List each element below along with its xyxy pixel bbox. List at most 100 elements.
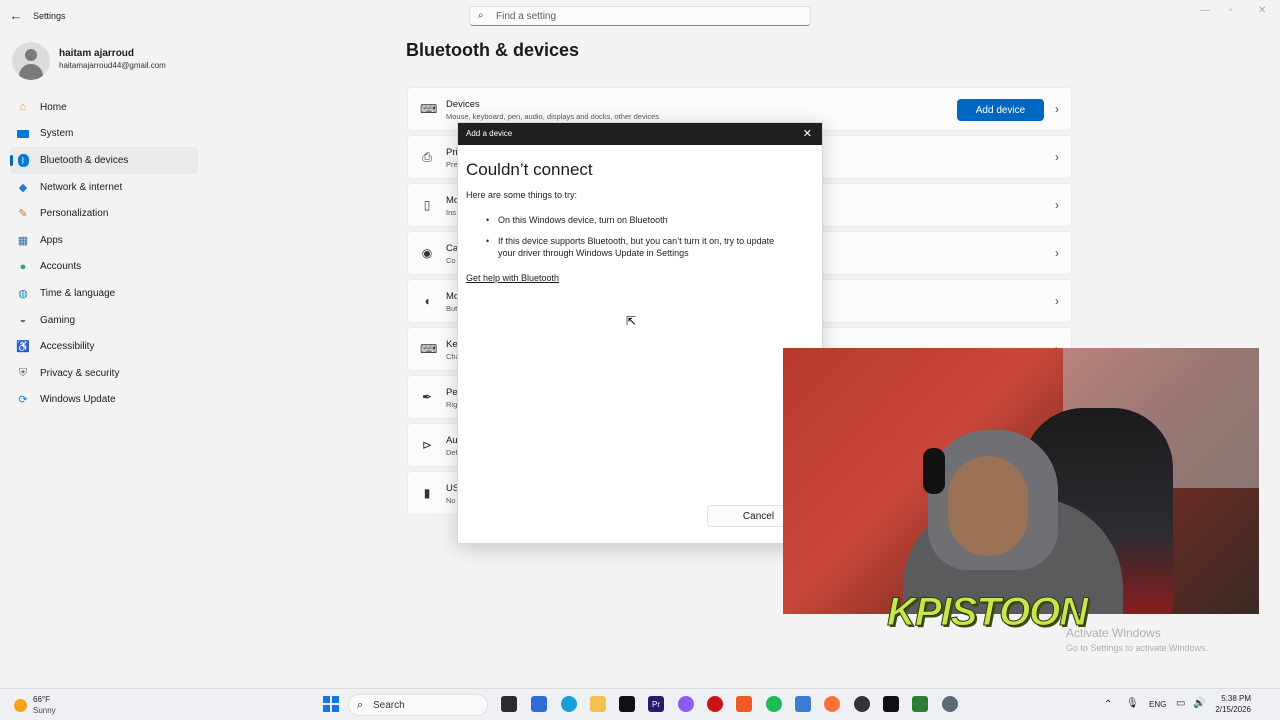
minimize-icon[interactable]: — [1200,5,1210,16]
shield-icon: ⛨ [18,366,28,379]
volume-icon[interactable]: 🔊 [1193,698,1205,709]
profile-name: haitam ajarroud [59,48,135,59]
sidebar-item-accessibility[interactable]: ♿ Accessibility [10,333,198,360]
sidebar-item-privacy[interactable]: ⛨ Privacy & security [10,360,198,387]
app-title: Settings [33,11,66,21]
sidebar-item-label: Network & internet [40,181,123,193]
home-icon: ⌂ [19,101,27,114]
folder-icon[interactable] [590,696,606,712]
spotify-icon[interactable] [766,696,782,712]
chevron-right-icon[interactable]: › [1055,294,1059,308]
update-icon: ⟳ [18,394,28,407]
card-title: Devices [446,99,480,110]
card-subtitle: Ins [446,208,457,217]
chevron-right-icon[interactable]: › [1055,198,1059,212]
firefox-icon[interactable] [824,696,840,712]
obs-icon[interactable] [854,696,870,712]
chevron-right-icon[interactable]: › [1055,150,1059,164]
help-bluetooth-link[interactable]: Get help with Bluetooth [466,273,559,283]
terminal-icon[interactable] [912,696,928,712]
clock-time[interactable]: 5:38 PM [1221,694,1251,703]
premiere-icon[interactable]: Pr [648,696,664,712]
list-item: On this Windows device, turn on Bluetoot… [486,214,790,226]
card-subtitle: Mouse, keyboard, pen, audio, displays an… [446,112,660,121]
network-icon[interactable]: ▭ [1176,698,1185,709]
brush-icon: ✎ [18,208,28,221]
taskbar: 66°F Sunny ⌕ Search Pr ⌃ 🎙 ENG ▭ 🔊 [0,688,1280,720]
sidebar-item-label: Accounts [40,261,82,273]
card-subtitle: Pre [446,160,458,169]
profile-email: haitamajarroud44@gmail.com [59,61,166,70]
autoplay-icon: ⊳ [421,438,433,452]
red-app-icon[interactable] [707,696,723,712]
mouse-cursor-icon: ⇱ [626,314,637,328]
pen-icon: ✒ [421,390,433,404]
chevron-right-icon[interactable]: › [1055,102,1059,116]
sidebar-item-label: Personalization [40,208,109,220]
sun-icon[interactable] [14,699,27,712]
add-device-button[interactable]: Add device [957,99,1044,121]
sidebar-item-windows-update[interactable]: ⟳ Windows Update [10,387,198,414]
sidebar-item-network[interactable]: ◆ Network & internet [10,174,198,201]
sidebar-item-gaming[interactable]: ◒ Gaming [10,307,198,334]
sidebar-item-time-language[interactable]: ◍ Time & language [10,280,198,307]
system-icon [16,127,30,141]
sidebar-item-label: Privacy & security [40,367,120,379]
taskbar-search[interactable]: ⌕ Search [348,694,488,716]
dialog-title: Add a device [466,129,513,138]
camera-icon: ◉ [421,246,433,260]
find-setting-search-input[interactable]: ⌕ Find a setting [469,6,811,26]
apps-icon: ▦ [17,234,29,247]
language-indicator[interactable]: ENG [1149,700,1166,709]
microsoft-store-icon[interactable] [531,696,547,712]
chevron-up-icon[interactable]: ⌃ [1104,699,1112,710]
file-explorer-icon[interactable] [501,696,517,712]
microphone-icon[interactable]: 🎙 [1126,698,1139,709]
sidebar-item-personalization[interactable]: ✎ Personalization [10,200,198,227]
sidebar-item-apps[interactable]: ▦ Apps [10,227,198,254]
card-subtitle: Def [446,448,458,457]
maximize-icon[interactable]: ▫ [1229,5,1233,16]
capcut-active-icon[interactable] [883,696,899,712]
sidebar-item-system[interactable]: System [10,121,198,148]
tips-list: On this Windows device, turn on Bluetoot… [486,214,790,268]
activate-windows-title: Activate Windows [1066,626,1161,640]
close-window-icon[interactable]: ✕ [1258,5,1266,16]
sidebar-item-label: Home [40,101,67,113]
taskbar-search-label: Search [373,700,405,711]
windows-start-icon[interactable] [323,696,339,712]
sidebar-item-home[interactable]: ⌂ Home [10,94,198,121]
card-subtitle: Rig [446,400,458,409]
accessibility-icon: ♿ [16,341,30,354]
weather-desc[interactable]: Sunny [33,706,56,715]
capcut-icon[interactable] [619,696,635,712]
edge-icon[interactable] [561,696,577,712]
printer-icon: ⎙ [422,150,432,164]
clock-date[interactable]: 2/15/2026 [1213,705,1251,714]
list-item: If this device supports Bluetooth, but y… [486,235,790,259]
card-title: Au [446,435,458,446]
sidebar-item-label: Time & language [40,287,116,299]
search-icon: ⌕ [357,699,364,711]
globe-clock-icon: ◍ [18,287,28,300]
back-arrow-icon[interactable]: ← [8,8,24,24]
sidebar-item-accounts[interactable]: ● Accounts [10,254,198,281]
avatar[interactable] [12,42,50,80]
gamepad-icon: ◒ [19,314,27,327]
bluetooth-icon: ᛒ [16,153,30,167]
wifi-icon: ◆ [18,181,28,194]
keyboard-icon: ⌨ [420,342,438,356]
sidebar-item-bluetooth[interactable]: ᛒ Bluetooth & devices [10,147,198,174]
copilot-icon[interactable] [678,696,694,712]
dialog-title-bar: Add a device ✕ [458,123,822,145]
card-title: Pri [446,147,458,158]
dialog-intro: Here are some things to try: [466,190,578,200]
chevron-right-icon[interactable]: › [1055,246,1059,260]
close-icon[interactable]: ✕ [803,127,812,140]
notepad-icon[interactable] [795,696,811,712]
weather-temp[interactable]: 66°F [33,695,50,704]
settings-icon[interactable] [942,696,958,712]
activate-windows-subtitle: Go to Settings to activate Windows. [1066,643,1209,653]
brave-icon[interactable] [736,696,752,712]
card-subtitle: Co [446,256,456,265]
